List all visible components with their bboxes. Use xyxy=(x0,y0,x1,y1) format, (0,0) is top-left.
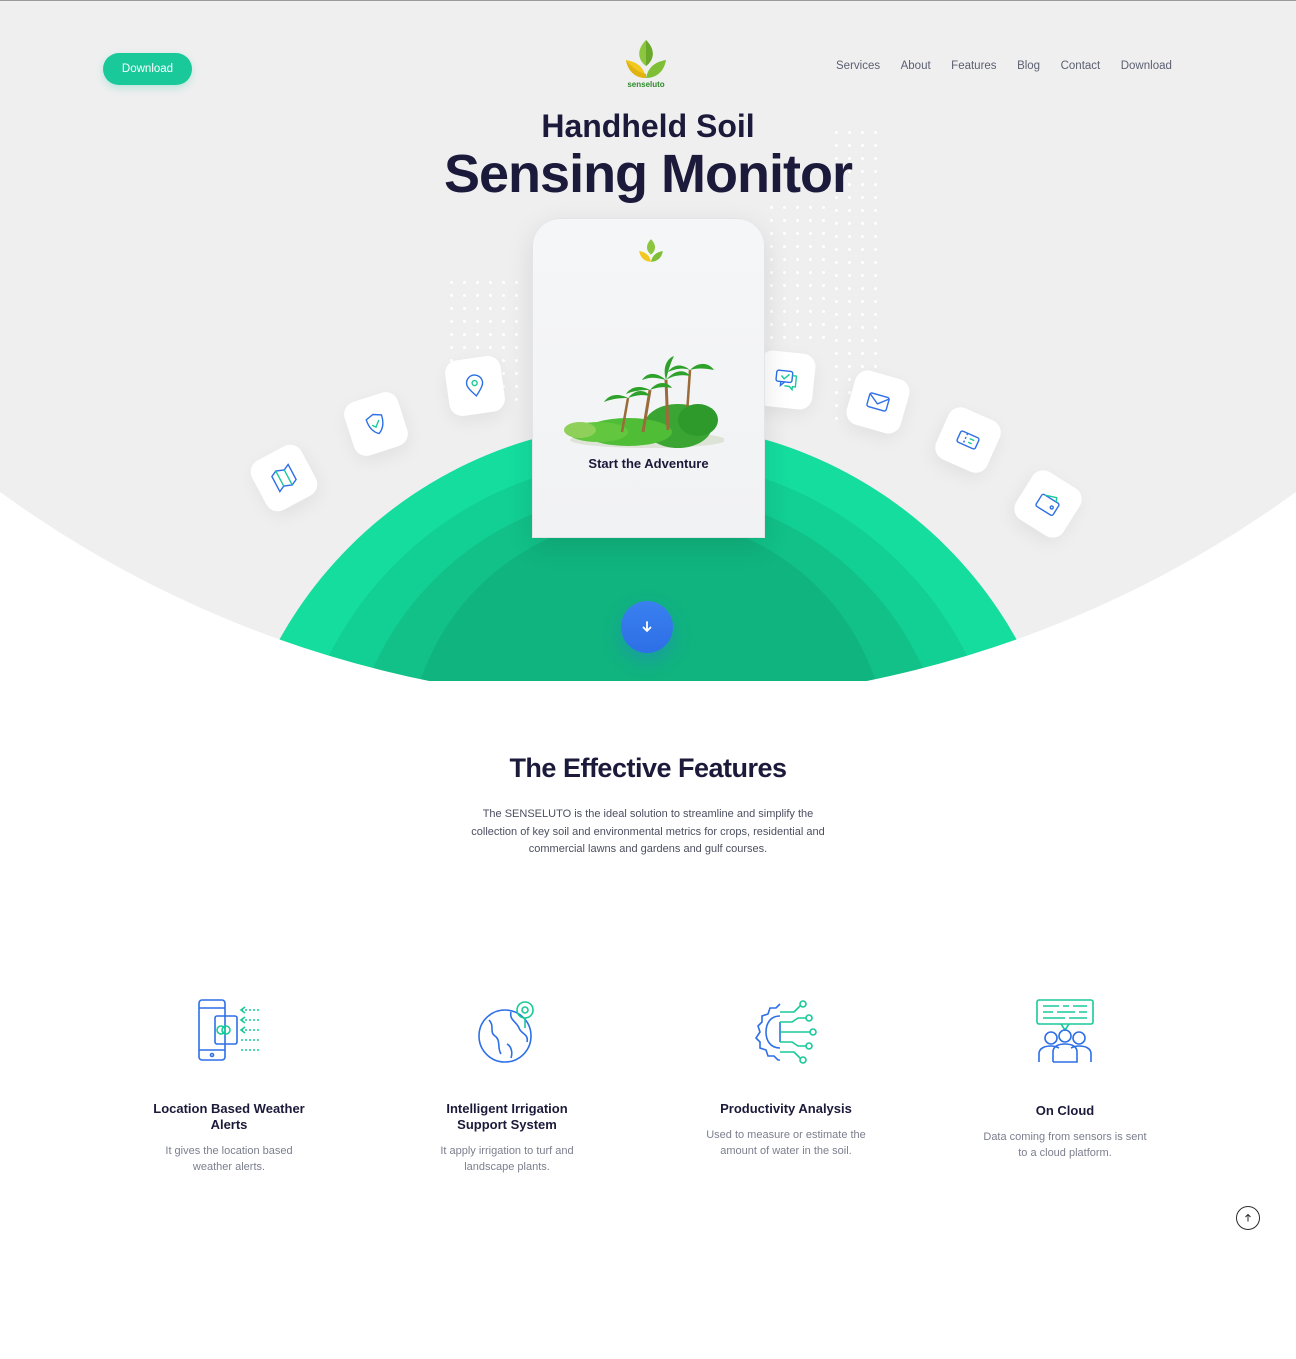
nav-contact[interactable]: Contact xyxy=(1061,60,1101,72)
hero-title-line1: Handheld Soil xyxy=(541,108,755,144)
phone-logo-icon xyxy=(639,239,663,262)
feature-description: It gives the location based weather aler… xyxy=(165,1145,293,1173)
feature-name: Productivity Analysis xyxy=(720,1101,852,1116)
palm-island-illustration xyxy=(564,356,724,448)
logo-text: senseluto xyxy=(627,80,665,89)
arrow-down-icon xyxy=(642,621,652,633)
back-to-top-button[interactable] xyxy=(1236,1206,1260,1230)
gear-network-icon xyxy=(754,1000,817,1064)
features-description: The SENSELUTO is the ideal solution to s… xyxy=(471,808,825,855)
scroll-down-button[interactable] xyxy=(621,601,673,653)
nav-features[interactable]: Features xyxy=(951,60,996,72)
nav-services[interactable]: Services xyxy=(836,60,880,72)
feature-card: On Cloud Data coming from sensors is sen… xyxy=(960,998,1170,1161)
feature-card: Intelligent Irrigation Support System It… xyxy=(402,998,612,1175)
feature-name: Intelligent Irrigation Support System xyxy=(446,1101,568,1132)
nav-download[interactable]: Download xyxy=(1121,60,1172,72)
cloud-users-icon xyxy=(1036,999,1094,1063)
feature-description: It apply irrigation to turf and landscap… xyxy=(440,1145,574,1173)
location-pin-icon xyxy=(443,354,507,418)
hero-title-line2: Sensing Monitor xyxy=(444,144,853,204)
phone-caption: Start the Adventure xyxy=(588,456,709,471)
feature-description: Data coming from sensors is sent to a cl… xyxy=(983,1131,1147,1159)
feature-name: On Cloud xyxy=(1035,1103,1095,1118)
feature-card: Productivity Analysis Used to measure or… xyxy=(681,998,891,1159)
globe-pin-icon xyxy=(478,1001,534,1063)
nav-about[interactable]: About xyxy=(901,60,931,72)
download-button[interactable]: Download xyxy=(103,53,192,85)
mobile-alert-icon xyxy=(198,999,261,1061)
phone-mockup: Start the Adventure xyxy=(532,218,765,538)
feature-card: Location Based Weather Alerts It gives t… xyxy=(124,998,334,1175)
nav-blog[interactable]: Blog xyxy=(1017,60,1040,72)
arrow-up-icon xyxy=(1245,1213,1251,1222)
main-nav: Services About Features Blog Contact Dow… xyxy=(836,60,1192,72)
feature-name: Location Based Weather Alerts xyxy=(153,1101,305,1132)
feature-description: Used to measure or estimate the amount o… xyxy=(706,1129,866,1157)
features-title: The Effective Features xyxy=(509,753,787,783)
